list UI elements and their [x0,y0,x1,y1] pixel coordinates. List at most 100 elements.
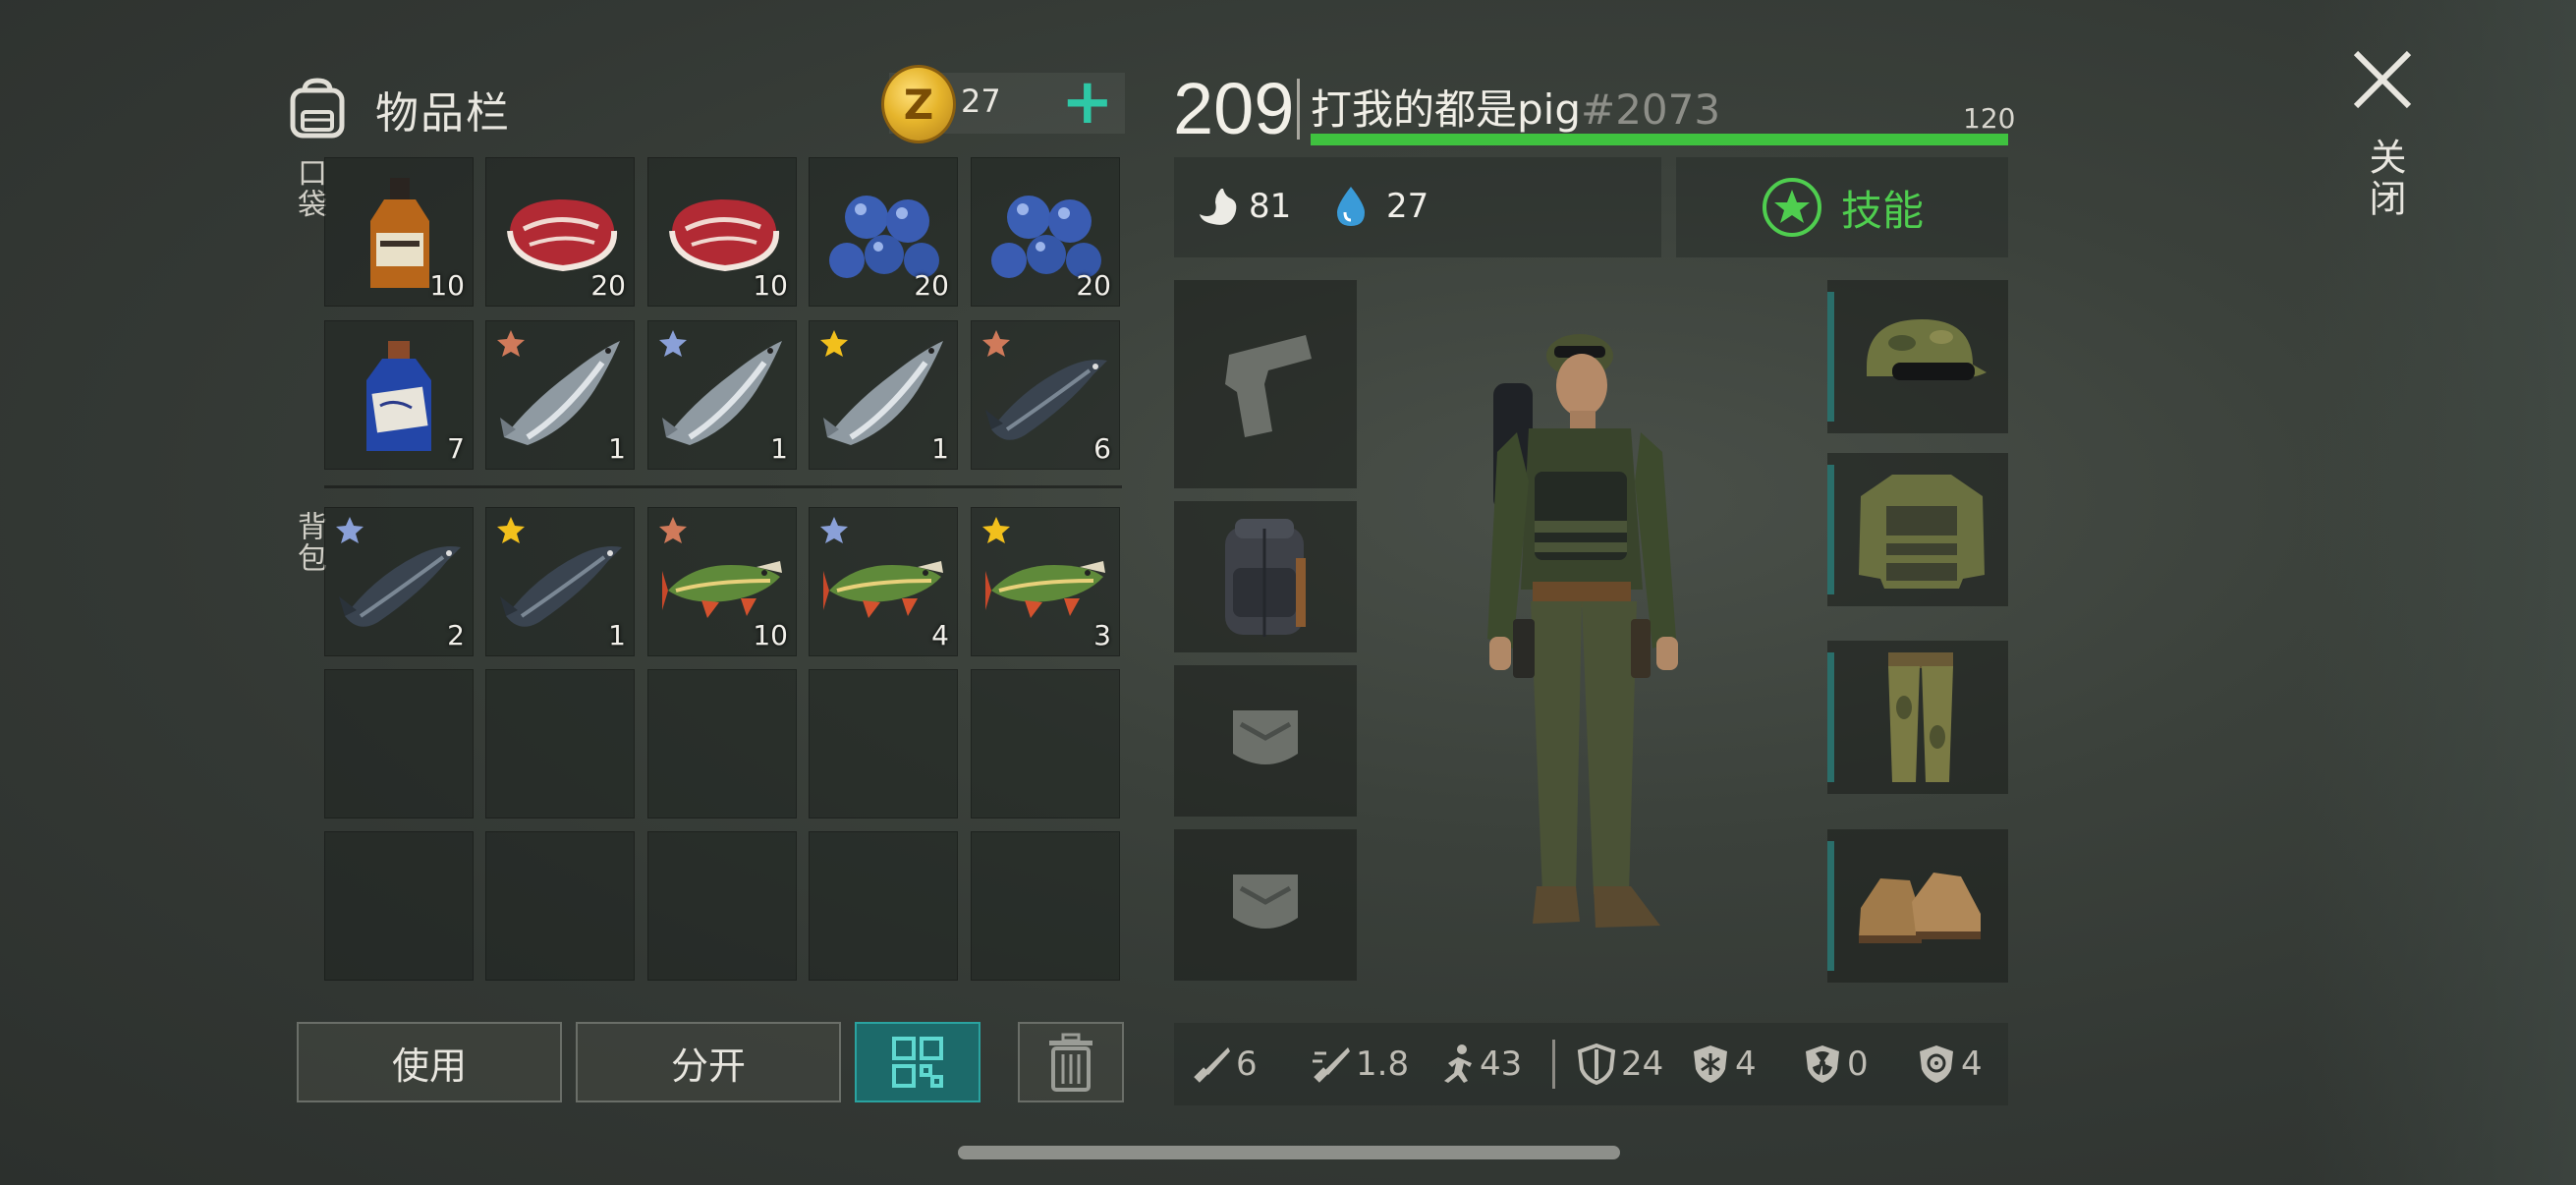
pocket-slot[interactable]: 10 [647,157,797,307]
delete-button[interactable] [1018,1022,1124,1102]
item-quantity: 20 [1076,269,1111,302]
empty-backpack-slot[interactable] [647,831,797,981]
empty-backpack-slot[interactable] [324,669,474,818]
backpack-slot[interactable]: 10 [647,507,797,656]
move-speed-value: 43 [1480,1044,1523,1084]
camo-vest-icon [1859,475,1985,589]
empty-backpack-slot[interactable] [485,831,635,981]
empty-backpack-slot[interactable] [647,669,797,818]
pocket-slot[interactable]: 1 [809,320,958,470]
item-quantity: 1 [608,432,626,465]
xp-max: 120 [1963,102,2016,135]
pocket-slot[interactable]: 20 [809,157,958,307]
quality-star-icon [820,517,848,543]
empty-backpack-slot[interactable] [971,831,1120,981]
quality-star-icon [659,517,687,543]
running-icon [1444,1044,1472,1083]
durability-bar [1827,465,1834,594]
add-coins-button[interactable]: + [1061,71,1114,134]
quality-star-icon [982,330,1010,357]
item-quantity: 4 [931,619,949,651]
character-model [1487,334,1678,928]
xp-bar [1311,134,2008,145]
item-quantity: 3 [1093,619,1111,651]
attack-speed-stat: 1.8 [1311,1043,1409,1086]
attack-speed-value: 1.8 [1356,1044,1410,1084]
armor-stat: 24 [1576,1043,1663,1086]
item-quantity: 1 [608,619,626,651]
durability-bar [1827,292,1834,422]
pocket-icon [1233,710,1298,764]
radiation-resistance-value: 0 [1847,1044,1869,1084]
pocket-slot[interactable]: 20 [971,157,1120,307]
use-button-label: 使用 [391,1044,467,1088]
pocket-slot[interactable]: 10 [324,157,474,307]
skill-star-icon [1762,178,1821,237]
use-button[interactable]: 使用 [297,1022,562,1102]
close-icon[interactable] [2350,47,2415,112]
pocket-slot[interactable]: 1 [647,320,797,470]
body-armor-slot[interactable] [1827,453,2008,606]
stats-separator [1552,1040,1555,1089]
item-quantity: 6 [1093,432,1111,465]
item-quantity: 20 [914,269,949,302]
weapon-slot[interactable] [1174,280,1357,488]
pants-slot[interactable] [1827,641,2008,794]
swing-icon [1313,1047,1350,1083]
pocket-slot[interactable]: 7 [324,320,474,470]
pocket-slot[interactable]: 20 [485,157,635,307]
backpack-slot[interactable]: 4 [809,507,958,656]
empty-backpack-slot[interactable] [485,669,635,818]
camo-cap-icon [1867,319,1987,380]
boots-slot[interactable] [1827,829,2008,983]
empty-backpack-slot[interactable] [971,669,1120,818]
pistol-icon [1225,335,1312,437]
backpack-slot[interactable]: 2 [324,507,474,656]
item-quantity: 10 [429,269,465,302]
cold-resistance-stat: 4 [1690,1043,1757,1086]
headgear-slot[interactable] [1827,280,2008,433]
infection-resistance-value: 4 [1961,1044,1983,1084]
close-label[interactable]: 关闭 [2358,138,2412,220]
water-value: 27 [1386,187,1429,226]
player-name-line: 打我的都是pig#2073 [1311,77,1720,137]
split-button-label: 分开 [670,1044,746,1088]
empty-backpack-slot[interactable] [809,831,958,981]
vitals-panel: 81 27 [1174,157,1661,257]
player-level: 209 [1173,68,1295,149]
quality-star-icon [497,517,525,543]
backpack-slot[interactable]: 3 [971,507,1120,656]
armor-value: 24 [1621,1044,1664,1084]
pocket-slot-1[interactable] [1174,665,1357,817]
home-indicator[interactable] [958,1146,1620,1159]
cold-resistance-value: 4 [1735,1044,1757,1084]
radiation-resistance-stat: 0 [1802,1043,1869,1086]
pocket-slot[interactable]: 1 [485,320,635,470]
empty-backpack-slot[interactable] [809,669,958,818]
right-background-panel [2299,0,2576,1185]
pocket-backpack-divider [324,485,1122,488]
item-quantity: 10 [753,269,788,302]
quality-star-icon [659,330,687,357]
backpack-slot[interactable]: 1 [485,507,635,656]
trash-icon [1049,1033,1092,1092]
stomach-icon [1200,189,1237,225]
split-button[interactable]: 分开 [576,1022,841,1102]
item-quantity: 20 [590,269,626,302]
pocket-icon [1233,875,1298,929]
snowflake-shield-icon [1694,1045,1727,1083]
sort-grid-button[interactable] [855,1022,980,1102]
grid-icon [892,1037,943,1088]
item-quantity: 1 [770,432,788,465]
coin-count: 27 [961,83,1001,120]
player-tag: #2073 [1581,85,1721,134]
backpack-item-icon [1225,519,1306,637]
empty-backpack-slot[interactable] [324,831,474,981]
skills-button[interactable]: 技能 [1676,157,2008,257]
pocket-slot-2[interactable] [1174,829,1357,981]
skills-label: 技能 [1840,186,1924,235]
quality-star-icon [820,330,848,357]
backpack-slot[interactable] [1174,501,1357,652]
inventory-title: 物品栏 [375,88,511,139]
pocket-slot[interactable]: 6 [971,320,1120,470]
